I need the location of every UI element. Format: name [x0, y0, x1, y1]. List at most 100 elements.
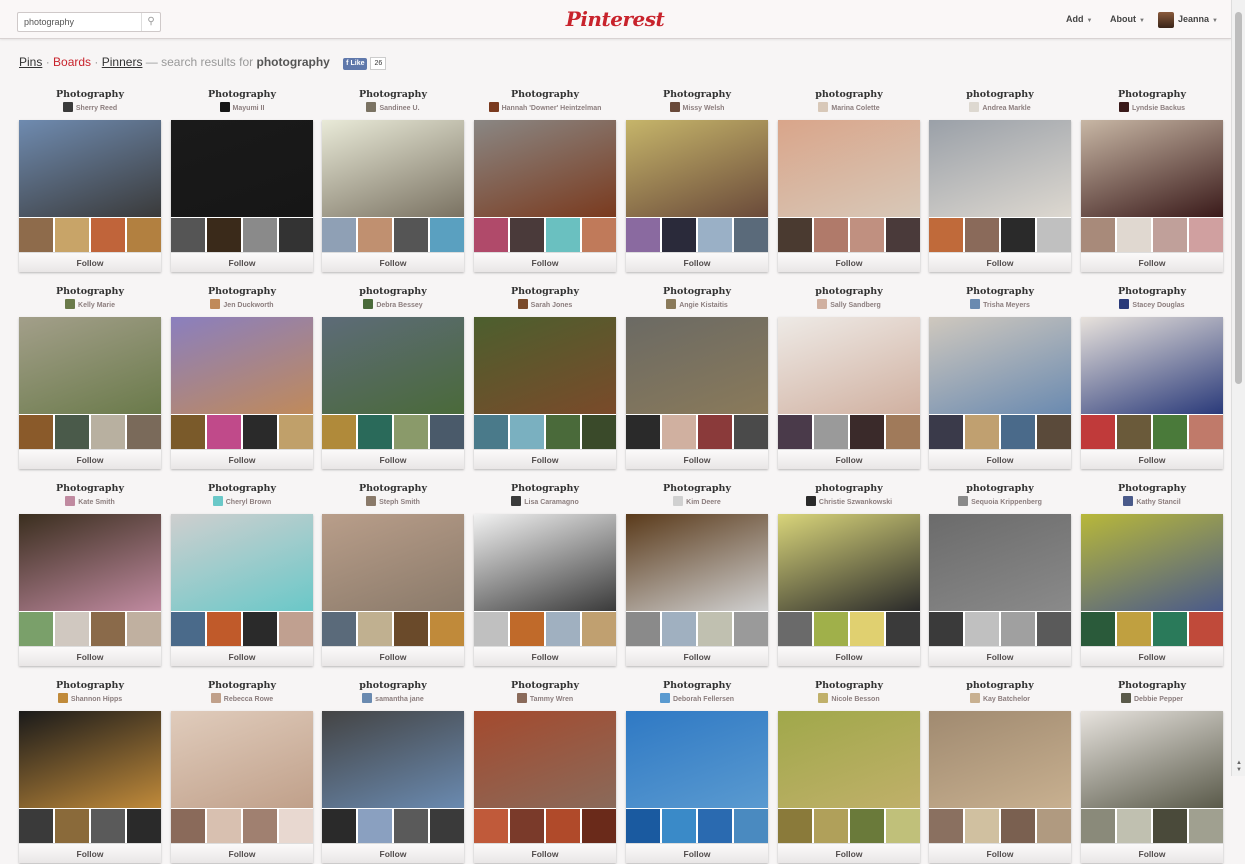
board-owner[interactable]: Hannah 'Downer' Heintzelman: [474, 102, 616, 116]
board-thumbnail[interactable]: [322, 218, 356, 252]
board-thumbnail[interactable]: [1001, 809, 1035, 843]
board-cover-image[interactable]: [1081, 711, 1223, 808]
follow-button[interactable]: Follow: [322, 843, 464, 863]
board-title[interactable]: photography: [778, 285, 920, 298]
board-thumbnail[interactable]: [127, 809, 161, 843]
follow-button[interactable]: Follow: [626, 449, 768, 469]
owner-avatar[interactable]: [669, 102, 680, 112]
board-owner[interactable]: Sally Sandberg: [778, 299, 920, 313]
board-thumbnail[interactable]: [965, 218, 999, 252]
board-cover-image[interactable]: [929, 514, 1071, 611]
board-title[interactable]: Photography: [626, 482, 768, 495]
board-thumbnail[interactable]: [582, 612, 616, 646]
owner-avatar[interactable]: [958, 496, 969, 506]
board-preview[interactable]: Follow: [474, 317, 616, 469]
owner-avatar[interactable]: [666, 299, 677, 309]
board-owner[interactable]: Kelly Marie: [19, 299, 161, 313]
board-thumbnail[interactable]: [850, 218, 884, 252]
board-card[interactable]: Photography Debbie Pepper Follow: [1081, 679, 1223, 863]
board-card[interactable]: Photography Deborah Fellersen Follow: [626, 679, 768, 863]
board-thumbnail[interactable]: [394, 612, 428, 646]
board-thumbnail[interactable]: [322, 612, 356, 646]
pins-tab[interactable]: Pins: [19, 55, 42, 69]
board-owner[interactable]: Kathy Stancil: [1081, 496, 1223, 510]
board-thumbnail[interactable]: [55, 415, 89, 449]
board-preview[interactable]: Follow: [19, 317, 161, 469]
owner-avatar[interactable]: [363, 299, 374, 309]
board-preview[interactable]: Follow: [474, 514, 616, 666]
board-thumbnail[interactable]: [965, 415, 999, 449]
board-thumbnail[interactable]: [1189, 612, 1223, 646]
board-thumbnail[interactable]: [243, 415, 277, 449]
board-thumbnail[interactable]: [1153, 415, 1187, 449]
board-preview[interactable]: Follow: [322, 711, 464, 863]
board-thumbnail[interactable]: [510, 415, 544, 449]
board-card[interactable]: Photography Sherry Reed Follow: [19, 88, 161, 272]
board-thumbnail[interactable]: [243, 218, 277, 252]
board-thumbnail[interactable]: [19, 612, 53, 646]
facebook-like-button[interactable]: f Like: [343, 58, 368, 70]
board-cover-image[interactable]: [778, 711, 920, 808]
board-thumbnail[interactable]: [394, 809, 428, 843]
board-title[interactable]: Photography: [171, 482, 313, 495]
pinners-tab[interactable]: Pinners: [102, 55, 143, 69]
board-thumbnail[interactable]: [127, 415, 161, 449]
board-title[interactable]: Photography: [171, 679, 313, 692]
follow-button[interactable]: Follow: [322, 252, 464, 272]
board-preview[interactable]: Follow: [1081, 514, 1223, 666]
board-cover-image[interactable]: [1081, 317, 1223, 414]
board-thumbnail[interactable]: [734, 218, 768, 252]
owner-avatar[interactable]: [659, 693, 670, 703]
board-thumbnail[interactable]: [171, 218, 205, 252]
board-thumbnail[interactable]: [358, 612, 392, 646]
board-thumbnail[interactable]: [510, 218, 544, 252]
scroll-arrows-icon[interactable]: ▲ ▼: [1235, 760, 1243, 774]
board-cover-image[interactable]: [19, 514, 161, 611]
board-cover-image[interactable]: [474, 514, 616, 611]
board-owner[interactable]: Lisa Caramagno: [474, 496, 616, 510]
board-cover-image[interactable]: [626, 514, 768, 611]
board-cover-image[interactable]: [19, 317, 161, 414]
board-preview[interactable]: Follow: [1081, 711, 1223, 863]
board-thumbnail[interactable]: [279, 415, 313, 449]
board-title[interactable]: Photography: [1081, 482, 1223, 495]
owner-avatar[interactable]: [212, 496, 223, 506]
board-preview[interactable]: Follow: [474, 711, 616, 863]
board-title[interactable]: Photography: [171, 285, 313, 298]
board-preview[interactable]: Follow: [778, 711, 920, 863]
owner-avatar[interactable]: [817, 299, 828, 309]
board-thumbnail[interactable]: [55, 612, 89, 646]
follow-button[interactable]: Follow: [929, 449, 1071, 469]
owner-avatar[interactable]: [517, 299, 528, 309]
board-thumbnail[interactable]: [662, 612, 696, 646]
follow-button[interactable]: Follow: [19, 843, 161, 863]
board-thumbnail[interactable]: [626, 218, 660, 252]
board-thumbnail[interactable]: [929, 415, 963, 449]
board-card[interactable]: Photography Kathy Stancil Follow: [1081, 482, 1223, 666]
board-thumbnail[interactable]: [778, 612, 812, 646]
scrollbar-thumb[interactable]: [1235, 12, 1242, 384]
board-cover-image[interactable]: [171, 514, 313, 611]
board-cover-image[interactable]: [929, 711, 1071, 808]
board-title[interactable]: Photography: [626, 285, 768, 298]
owner-avatar[interactable]: [210, 299, 221, 309]
board-card[interactable]: Photography Kelly Marie Follow: [19, 285, 161, 469]
board-preview[interactable]: Follow: [322, 120, 464, 272]
board-card[interactable]: Photography Tammy Wren Follow: [474, 679, 616, 863]
follow-button[interactable]: Follow: [929, 252, 1071, 272]
board-thumbnail[interactable]: [929, 218, 963, 252]
board-thumbnail[interactable]: [19, 415, 53, 449]
board-thumbnail[interactable]: [734, 809, 768, 843]
owner-avatar[interactable]: [805, 496, 816, 506]
follow-button[interactable]: Follow: [322, 449, 464, 469]
follow-button[interactable]: Follow: [171, 843, 313, 863]
board-thumbnail[interactable]: [1117, 218, 1151, 252]
user-avatar[interactable]: [1158, 12, 1174, 28]
board-owner[interactable]: Cheryl Brown: [171, 496, 313, 510]
board-thumbnail[interactable]: [929, 809, 963, 843]
board-thumbnail[interactable]: [582, 218, 616, 252]
follow-button[interactable]: Follow: [778, 252, 920, 272]
board-thumbnail[interactable]: [474, 612, 508, 646]
board-owner[interactable]: Kay Batchelor: [929, 693, 1071, 707]
board-title[interactable]: Photography: [474, 482, 616, 495]
